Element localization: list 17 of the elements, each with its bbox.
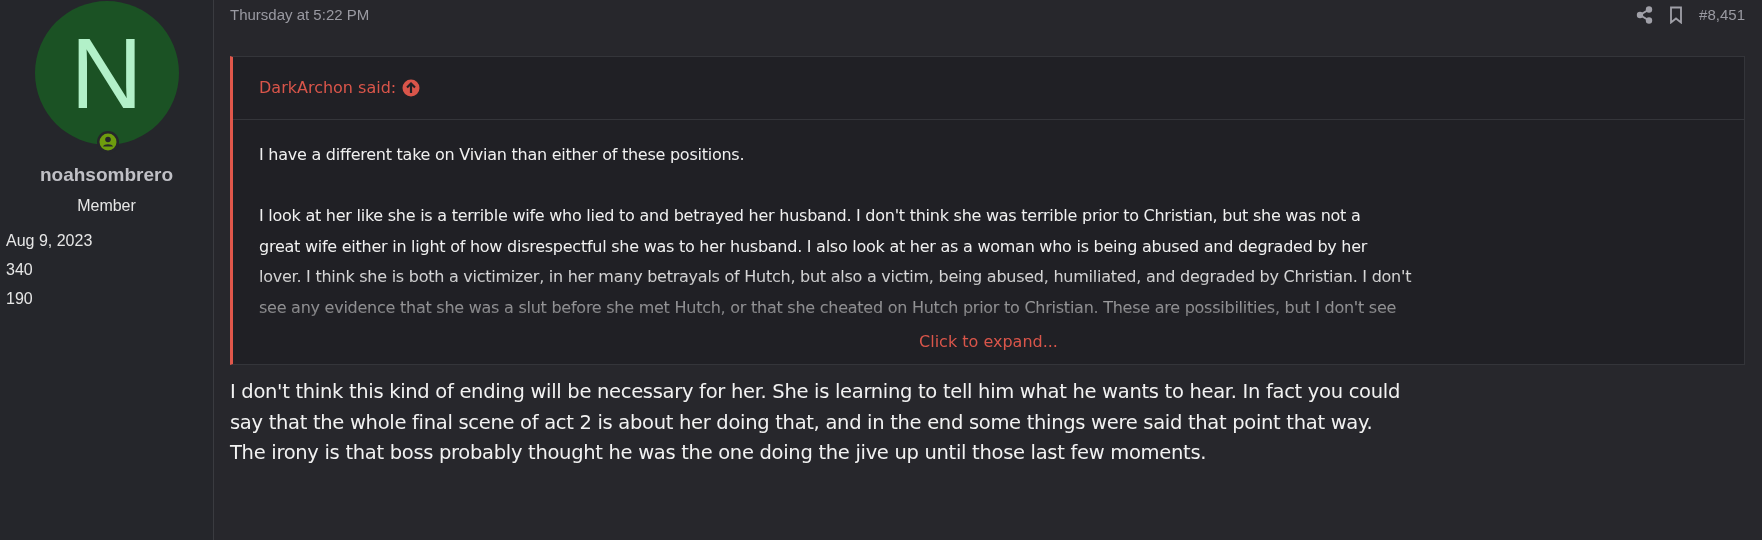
expand-link[interactable]: Click to expand... [233, 323, 1744, 364]
post-text: I don't think this kind of ending will be necessary for her. She is learning to tell him what he wants to hear. In fact you could say that the whole final scene of act 2 is about her doing that, and in the end some things were said that point that way. The irony is that boss probably thought he was the one doing the jive up until those last few moments. [230, 378, 1401, 467]
bookmark-icon[interactable] [1669, 6, 1684, 24]
quote-paragraph: I have a different take on Vivian than either of these positions. [259, 144, 746, 166]
online-status-icon [96, 131, 119, 153]
post-number-link[interactable]: #8,451 [1699, 3, 1745, 27]
arrow-up-icon[interactable] [402, 79, 421, 97]
post-time[interactable]: Thursday at 5:22 PM [230, 3, 1637, 27]
quote-author-link[interactable]: DarkArchon said: [259, 76, 397, 100]
join-date: Aug 9, 2023 [6, 230, 93, 251]
avatar[interactable]: N [34, 1, 179, 145]
quote-paragraph: I look at her like she is a terrible wife who lied to and betrayed her husband. I don't think she was terrible prior to Christian, but she was not a great wife either in light of how disrespectful she was to her husband. I also look at her as a woman who is being abused and degraded by her lover. I think she is both a victimizer, in her many betrayals of Hutch, but also a victim, being abused, humiliated, and degraded by Christian. I don't see any evidence that she was a slut before she met Hutch, or that she cheated on Hutch prior to Christian. These are possibilities, but I don't see [259, 204, 1413, 320]
username-link[interactable]: noahsombrero [40, 161, 173, 190]
message-count: 340 [6, 259, 34, 280]
user-title: Member [77, 195, 136, 216]
share-icon[interactable] [1636, 6, 1654, 24]
reaction-score: 190 [6, 288, 34, 309]
